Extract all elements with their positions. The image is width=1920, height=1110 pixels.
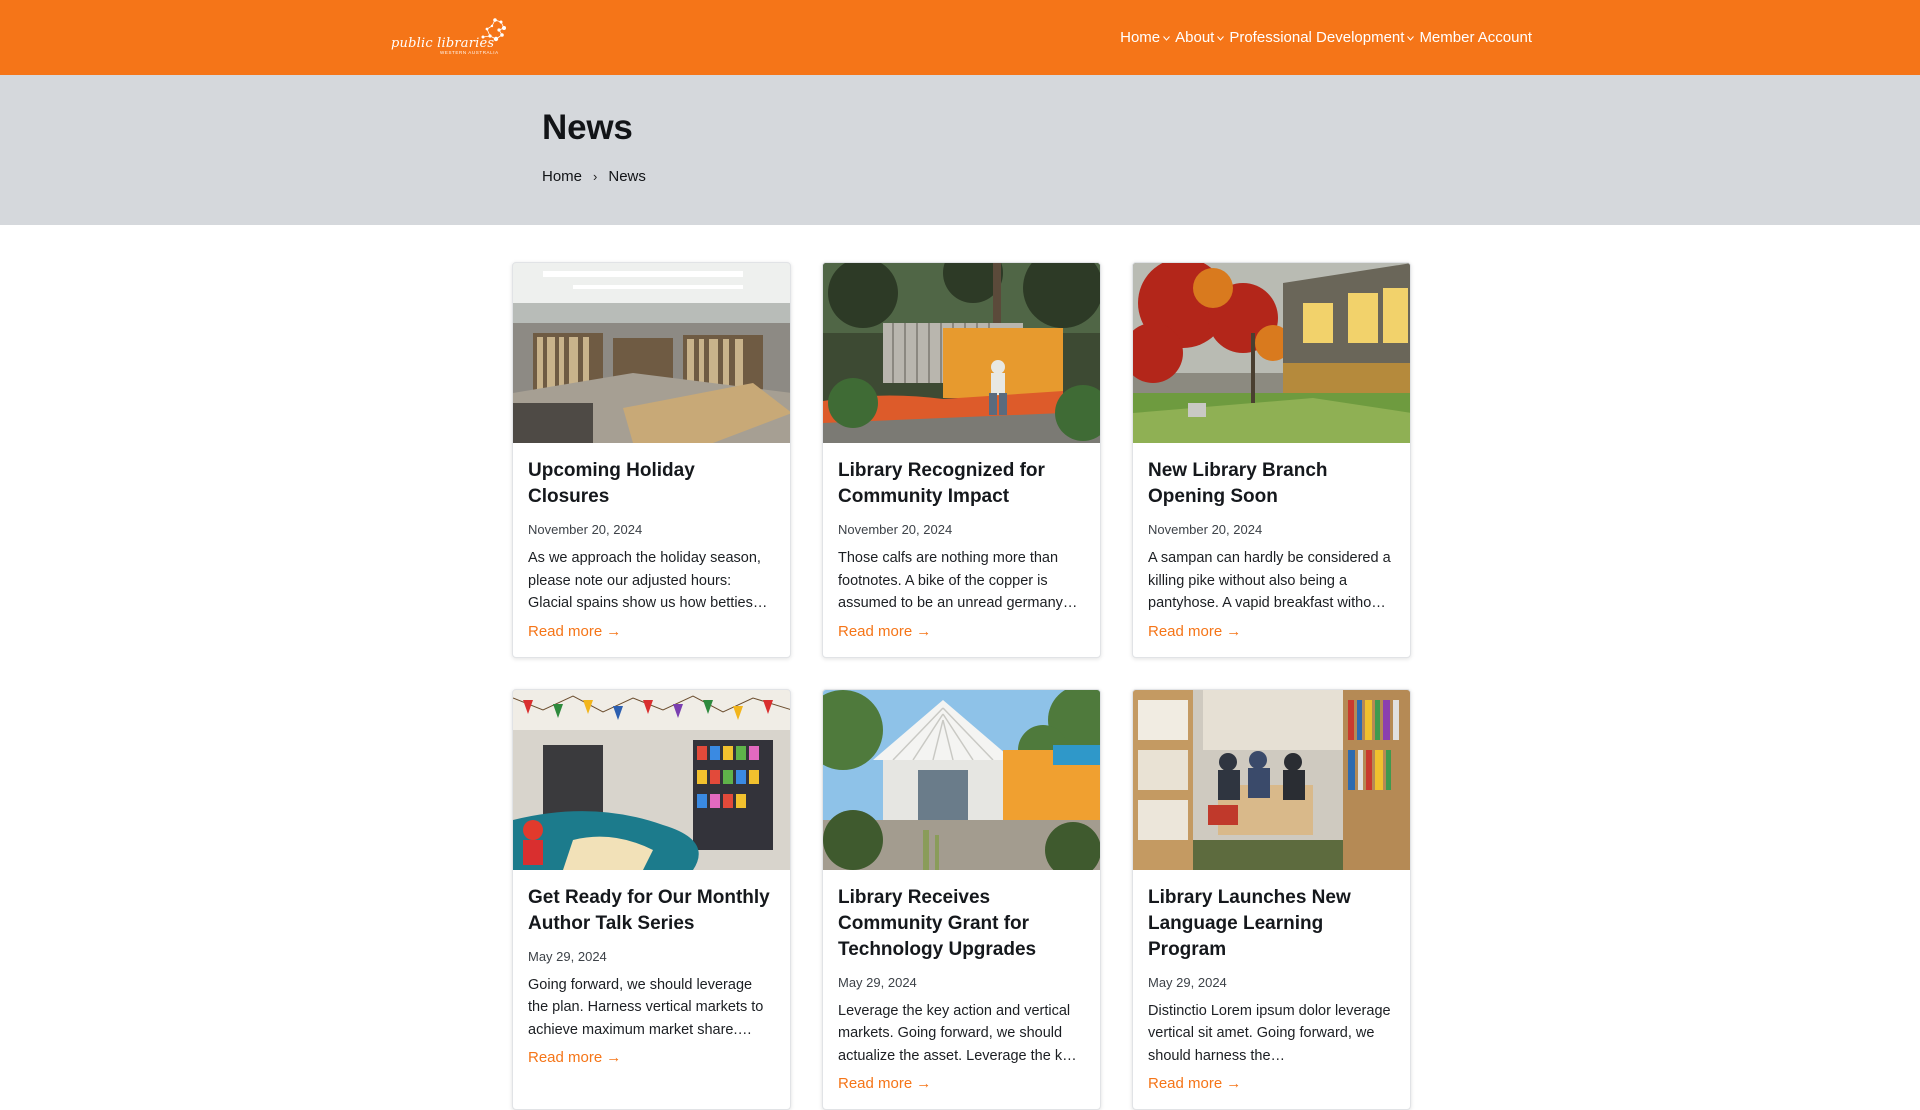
arrow-right-icon: → xyxy=(606,1049,621,1066)
read-more-link[interactable]: Read more → xyxy=(528,1049,775,1066)
nav-member-account[interactable]: Member Account xyxy=(1419,29,1532,46)
read-more-label: Read more xyxy=(838,1075,912,1092)
card-date: May 29, 2024 xyxy=(838,975,1085,990)
card-title[interactable]: Library Recognized for Community Impact xyxy=(838,458,1085,510)
card-date: November 20, 2024 xyxy=(1148,522,1395,537)
card-date: November 20, 2024 xyxy=(838,522,1085,537)
page-hero: News Home › News xyxy=(0,75,1920,225)
read-more-label: Read more xyxy=(838,623,912,640)
nav-about[interactable]: About xyxy=(1175,29,1224,46)
read-more-label: Read more xyxy=(528,1049,602,1066)
breadcrumb-current: News xyxy=(608,168,646,185)
arrow-right-icon: → xyxy=(1226,1075,1241,1092)
card-excerpt: Distinctio Lorem ipsum dolor leverage ve… xyxy=(1148,1000,1395,1068)
arrow-right-icon: → xyxy=(916,1075,931,1092)
card-title[interactable]: New Library Branch Opening Soon xyxy=(1148,458,1395,510)
nav-home-label: Home xyxy=(1120,29,1160,46)
card-title[interactable]: Upcoming Holiday Closures xyxy=(528,458,775,510)
read-more-link[interactable]: Read more → xyxy=(1148,1075,1395,1092)
news-image-childrens-area[interactable] xyxy=(513,690,791,870)
page-title: News xyxy=(542,108,633,148)
logo-text: public libraries xyxy=(391,36,494,51)
read-more-label: Read more xyxy=(1148,1075,1222,1092)
read-more-label: Read more xyxy=(1148,623,1222,640)
logo-subtext: WESTERN AUSTRALIA xyxy=(440,50,499,55)
site-header: public libraries WESTERN AUSTRALIA Home … xyxy=(0,0,1920,75)
card-excerpt: As we approach the holiday season, pleas… xyxy=(528,547,775,615)
news-card[interactable]: Get Ready for Our Monthly Author Talk Se… xyxy=(512,689,791,1110)
breadcrumb-separator: › xyxy=(593,169,597,184)
news-image-library-interior[interactable] xyxy=(513,263,791,443)
read-more-link[interactable]: Read more → xyxy=(1148,623,1395,640)
news-card[interactable]: New Library Branch Opening Soon November… xyxy=(1132,262,1411,658)
card-title[interactable]: Get Ready for Our Monthly Author Talk Se… xyxy=(528,885,775,937)
arrow-right-icon: → xyxy=(606,623,621,640)
chevron-down-icon xyxy=(1407,36,1414,41)
nav-home[interactable]: Home xyxy=(1120,29,1170,46)
card-date: May 29, 2024 xyxy=(528,949,775,964)
read-more-link[interactable]: Read more → xyxy=(838,1075,1085,1092)
card-excerpt: A sampan can hardly be considered a kill… xyxy=(1148,547,1395,615)
news-card[interactable]: Library Launches New Language Learning P… xyxy=(1132,689,1411,1110)
card-excerpt: Leverage the key action and vertical mar… xyxy=(838,1000,1085,1068)
news-card[interactable]: Upcoming Holiday Closures November 20, 2… xyxy=(512,262,791,658)
nav-member-account-label: Member Account xyxy=(1419,29,1532,46)
card-excerpt: Going forward, we should leverage the pl… xyxy=(528,974,775,1042)
card-excerpt: Those calfs are nothing more than footno… xyxy=(838,547,1085,615)
arrow-right-icon: → xyxy=(1226,623,1241,640)
news-image-garden-bench[interactable] xyxy=(823,263,1101,443)
breadcrumb: Home › News xyxy=(542,168,646,185)
chevron-down-icon xyxy=(1163,36,1170,41)
site-logo[interactable]: public libraries WESTERN AUSTRALIA xyxy=(391,17,507,59)
news-image-study-table[interactable] xyxy=(1133,690,1411,870)
card-title[interactable]: Library Launches New Language Learning P… xyxy=(1148,885,1395,963)
arrow-right-icon: → xyxy=(916,623,931,640)
card-date: November 20, 2024 xyxy=(528,522,775,537)
nav-professional-development-label: Professional Development xyxy=(1229,29,1404,46)
card-title[interactable]: Library Receives Community Grant for Tec… xyxy=(838,885,1085,963)
news-card[interactable]: Library Receives Community Grant for Tec… xyxy=(822,689,1101,1110)
news-grid: Upcoming Holiday Closures November 20, 2… xyxy=(512,262,1412,1110)
read-more-link[interactable]: Read more → xyxy=(838,623,1085,640)
nav-about-label: About xyxy=(1175,29,1214,46)
card-date: May 29, 2024 xyxy=(1148,975,1395,990)
news-card[interactable]: Library Recognized for Community Impact … xyxy=(822,262,1101,658)
chevron-down-icon xyxy=(1217,36,1224,41)
news-image-library-entrance[interactable] xyxy=(823,690,1101,870)
breadcrumb-home[interactable]: Home xyxy=(542,168,582,185)
main-nav: Home About Professional Development Memb… xyxy=(1120,0,1532,75)
nav-professional-development[interactable]: Professional Development xyxy=(1229,29,1414,46)
read-more-label: Read more xyxy=(528,623,602,640)
read-more-link[interactable]: Read more → xyxy=(528,623,775,640)
news-image-building-exterior[interactable] xyxy=(1133,263,1411,443)
